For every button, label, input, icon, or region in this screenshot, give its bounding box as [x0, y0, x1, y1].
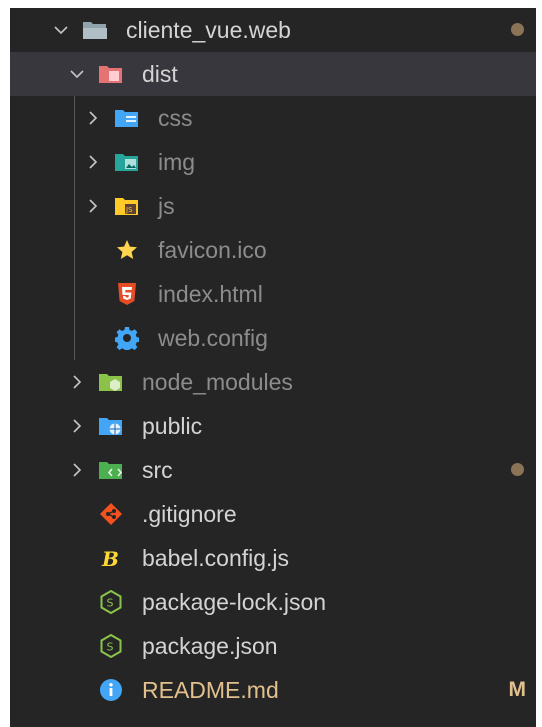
favicon-label: favicon.ico — [158, 237, 267, 263]
svg-text:S: S — [107, 641, 114, 654]
svg-text:JS: JS — [125, 206, 133, 214]
chevron-right-icon — [82, 151, 104, 173]
tree-item-index-html[interactable]: index.html — [10, 272, 536, 316]
dist-folder-label: dist — [142, 61, 178, 87]
web-config-label: web.config — [158, 325, 268, 351]
node-modules-label: node_modules — [142, 369, 293, 395]
chevron-right-icon — [66, 371, 88, 393]
git-icon — [98, 501, 124, 527]
readme-label: README.md — [142, 677, 279, 703]
chevron-down-icon — [50, 19, 72, 41]
folder-js-icon: JS — [114, 193, 140, 219]
tree-item-dist[interactable]: dist — [10, 52, 536, 96]
root-folder-label: cliente_vue.web — [126, 17, 291, 43]
folder-dist-icon — [98, 61, 124, 87]
tree-item-node-modules[interactable]: node_modules — [10, 360, 536, 404]
folder-open-icon — [82, 17, 108, 43]
babel-config-label: babel.config.js — [142, 545, 290, 571]
tree-item-img[interactable]: img — [10, 140, 536, 184]
file-explorer: cliente_vue.web dist css img JS js favic… — [10, 8, 536, 727]
tree-item-readme[interactable]: README.md M — [10, 668, 536, 712]
tree-item-package-json[interactable]: S package.json — [10, 624, 536, 668]
tree-item-gitignore[interactable]: .gitignore — [10, 492, 536, 536]
chevron-right-icon — [82, 107, 104, 129]
html5-icon — [114, 281, 140, 307]
tree-item-web-config[interactable]: web.config — [10, 316, 536, 360]
chevron-right-icon — [82, 195, 104, 217]
src-folder-label: src — [142, 457, 173, 483]
svg-text:S: S — [107, 597, 114, 610]
gear-icon — [114, 325, 140, 351]
chevron-right-icon — [66, 415, 88, 437]
folder-css-icon — [114, 105, 140, 131]
folder-public-icon — [98, 413, 124, 439]
chevron-right-icon — [66, 459, 88, 481]
folder-node-icon — [98, 369, 124, 395]
folder-src-icon — [98, 457, 124, 483]
babel-icon: B — [98, 545, 124, 571]
tree-item-js[interactable]: JS js — [10, 184, 536, 228]
css-folder-label: css — [158, 105, 193, 131]
gitignore-label: .gitignore — [142, 501, 237, 527]
star-icon — [114, 237, 140, 263]
tree-item-favicon[interactable]: favicon.ico — [10, 228, 536, 272]
package-lock-label: package-lock.json — [142, 589, 327, 615]
tree-item-root-folder[interactable]: cliente_vue.web — [10, 8, 536, 52]
info-icon — [98, 677, 124, 703]
public-folder-label: public — [142, 413, 203, 439]
tree-item-public[interactable]: public — [10, 404, 536, 448]
nodejs-icon: S — [98, 633, 124, 659]
package-json-label: package.json — [142, 633, 278, 659]
tree-item-package-lock[interactable]: S package-lock.json — [10, 580, 536, 624]
modified-dot — [511, 23, 524, 36]
svg-text:B: B — [101, 547, 119, 570]
tree-item-css[interactable]: css — [10, 96, 536, 140]
nodejs-icon: S — [98, 589, 124, 615]
folder-images-icon — [114, 149, 140, 175]
tree-item-src[interactable]: src — [10, 448, 536, 492]
img-folder-label: img — [158, 149, 196, 175]
js-folder-label: js — [158, 193, 175, 219]
modified-dot — [511, 463, 524, 476]
tree-item-babel-config[interactable]: B babel.config.js — [10, 536, 536, 580]
modified-badge: M — [508, 678, 527, 701]
index-html-label: index.html — [158, 281, 263, 307]
chevron-down-icon — [66, 63, 88, 85]
